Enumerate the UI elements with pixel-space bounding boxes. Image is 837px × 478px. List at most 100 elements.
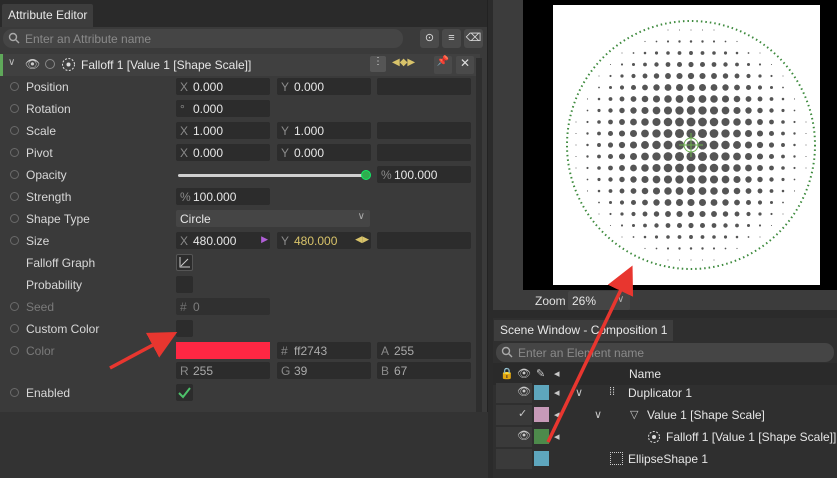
- pin-icon[interactable]: 📌: [434, 56, 452, 74]
- shape-type-anim-dot[interactable]: [10, 214, 19, 223]
- collapse-chevron-icon[interactable]: ∨: [8, 57, 15, 68]
- strength-field[interactable]: % 100.000: [176, 188, 270, 205]
- color-blue-field[interactable]: B 67: [377, 362, 471, 379]
- falloff-graph-button[interactable]: [176, 254, 193, 271]
- strength-anim-dot[interactable]: [10, 192, 19, 201]
- color-tag-swatch[interactable]: [534, 451, 549, 466]
- attribute-scrollbar[interactable]: [476, 58, 482, 413]
- eye-icon[interactable]: 👁: [517, 367, 531, 380]
- scale-x-field[interactable]: X 1.000: [176, 122, 270, 139]
- tag-icon[interactable]: ◂: [554, 408, 560, 421]
- zoom-select[interactable]: 26% ∨: [568, 291, 630, 310]
- keyframe-nav-icon[interactable]: ◀◆▶: [392, 57, 415, 68]
- halftone-dot: [745, 164, 752, 172]
- halftone-dot: [652, 163, 661, 173]
- scale-anim-dot[interactable]: [10, 126, 19, 135]
- opacity-slider-handle[interactable]: [361, 170, 371, 180]
- halftone-dot: [687, 83, 695, 92]
- lock-cell[interactable]: [496, 405, 514, 425]
- halftone-dot: [793, 178, 796, 181]
- seed-field[interactable]: #0: [176, 298, 270, 315]
- size-z-field[interactable]: [377, 232, 471, 249]
- visibility-eye-icon[interactable]: 👁: [25, 57, 40, 71]
- expand-chevron-icon[interactable]: ∨: [575, 386, 583, 399]
- halftone-dot: [769, 85, 774, 90]
- pivot-x-field[interactable]: X 0.000: [176, 144, 270, 161]
- opacity-anim-dot[interactable]: [10, 170, 19, 179]
- composition-canvas[interactable]: [553, 5, 820, 285]
- scene-row-falloff[interactable]: 👁 ◂ Falloff 1 [Value 1 [Shape Scale]]: [493, 426, 837, 448]
- color-tag-swatch[interactable]: [534, 429, 549, 444]
- scene-row-value[interactable]: ✓ ◂ ∨ ▽ Value 1 [Shape Scale]: [493, 404, 837, 426]
- enabled-anim-dot[interactable]: [10, 388, 19, 397]
- opacity-field[interactable]: % 100.000: [377, 166, 471, 183]
- rotation-field[interactable]: ° 0.000: [176, 100, 270, 117]
- position-y-field[interactable]: Y 0.000: [277, 78, 371, 95]
- tag-icon[interactable]: ◂: [554, 367, 560, 380]
- tag-icon[interactable]: ◂: [554, 386, 560, 399]
- rotation-anim-dot[interactable]: [10, 104, 19, 113]
- scale-x-value: 1.000: [193, 124, 224, 138]
- halftone-dot: [653, 199, 660, 206]
- halftone-dot: [676, 210, 683, 218]
- position-x-field[interactable]: X 0.000: [176, 78, 270, 95]
- link-arrow-icon[interactable]: ▶: [261, 234, 268, 245]
- lock-cell[interactable]: [496, 427, 514, 447]
- lock-cell[interactable]: [496, 449, 514, 469]
- size-y-field[interactable]: Y 480.000 ◀▶: [277, 232, 371, 249]
- halftone-dot: [654, 51, 659, 55]
- probability-checkbox[interactable]: [176, 276, 193, 293]
- halftone-dot: [631, 62, 636, 67]
- color-red-field[interactable]: R 255: [176, 362, 270, 379]
- seed-anim-dot[interactable]: [10, 302, 19, 311]
- color-picker-icon[interactable]: ✎: [536, 367, 545, 380]
- scene-window-tab[interactable]: Scene Window - Composition 1: [494, 320, 674, 341]
- halftone-dot: [782, 213, 784, 215]
- scene-row-duplicator[interactable]: 👁 ◂ ∨ ⁞⁞ Duplicator 1: [493, 382, 837, 404]
- attribute-editor-tab[interactable]: Attribute Editor: [2, 4, 94, 27]
- clear-search-icon[interactable]: ⌫: [464, 29, 483, 48]
- keyframe-toggle-icon[interactable]: ⋮: [370, 56, 386, 72]
- pivot-y-field[interactable]: Y 0.000: [277, 144, 371, 161]
- percent-prefix: %: [180, 190, 191, 204]
- custom-color-anim-dot[interactable]: [10, 324, 19, 333]
- color-hex-field[interactable]: # ff2743: [277, 342, 371, 359]
- size-anim-dot[interactable]: [10, 236, 19, 245]
- opacity-slider[interactable]: [178, 174, 366, 177]
- visibility-cell[interactable]: [514, 449, 532, 469]
- falloff-header-row[interactable]: ∨ 👁 Falloff 1 [Value 1 [Shape Scale]] ⋮ …: [0, 54, 480, 76]
- attribute-search-input[interactable]: Enter an Attribute name: [3, 29, 403, 48]
- visibility-cell[interactable]: ✓: [514, 405, 532, 425]
- color-alpha-field[interactable]: A 255: [377, 342, 471, 359]
- keyframe-icon[interactable]: ◀▶: [355, 234, 369, 245]
- tag-icon[interactable]: ◂: [554, 430, 560, 443]
- pivot-anim-dot[interactable]: [10, 148, 19, 157]
- size-x-field[interactable]: X 480.000 ▶: [176, 232, 270, 249]
- position-z-field[interactable]: [377, 78, 471, 95]
- scale-y-field[interactable]: Y 1.000: [277, 122, 371, 139]
- pivot-z-field[interactable]: [377, 144, 471, 161]
- color-tag-swatch[interactable]: [534, 385, 549, 400]
- color-anim-dot[interactable]: [10, 346, 19, 355]
- shape-type-select[interactable]: Circle ∨: [176, 210, 370, 227]
- lock-cell[interactable]: [496, 383, 514, 403]
- lock-icon[interactable]: 🔒: [500, 367, 514, 380]
- expand-chevron-icon[interactable]: ∨: [594, 408, 602, 421]
- halftone-dot: [710, 95, 718, 103]
- add-attribute-icon[interactable]: ≡: [442, 29, 461, 48]
- pick-attribute-icon[interactable]: ⊙: [420, 29, 439, 48]
- position-anim-dot[interactable]: [10, 82, 19, 91]
- close-icon[interactable]: ✕: [456, 56, 474, 74]
- custom-color-checkbox[interactable]: [176, 320, 193, 337]
- scale-z-field[interactable]: [377, 122, 471, 139]
- color-label: Color: [26, 344, 55, 358]
- enabled-checkbox[interactable]: [176, 384, 193, 401]
- color-swatch[interactable]: [176, 342, 270, 359]
- color-green-field[interactable]: G 39: [277, 362, 371, 379]
- visibility-cell[interactable]: 👁: [514, 427, 532, 447]
- color-tag-swatch[interactable]: [534, 407, 549, 422]
- visibility-cell[interactable]: 👁: [514, 383, 532, 403]
- halftone-dot: [757, 188, 763, 194]
- element-search-input[interactable]: Enter an Element name: [496, 343, 834, 362]
- scene-row-ellipse[interactable]: EllipseShape 1: [493, 448, 837, 470]
